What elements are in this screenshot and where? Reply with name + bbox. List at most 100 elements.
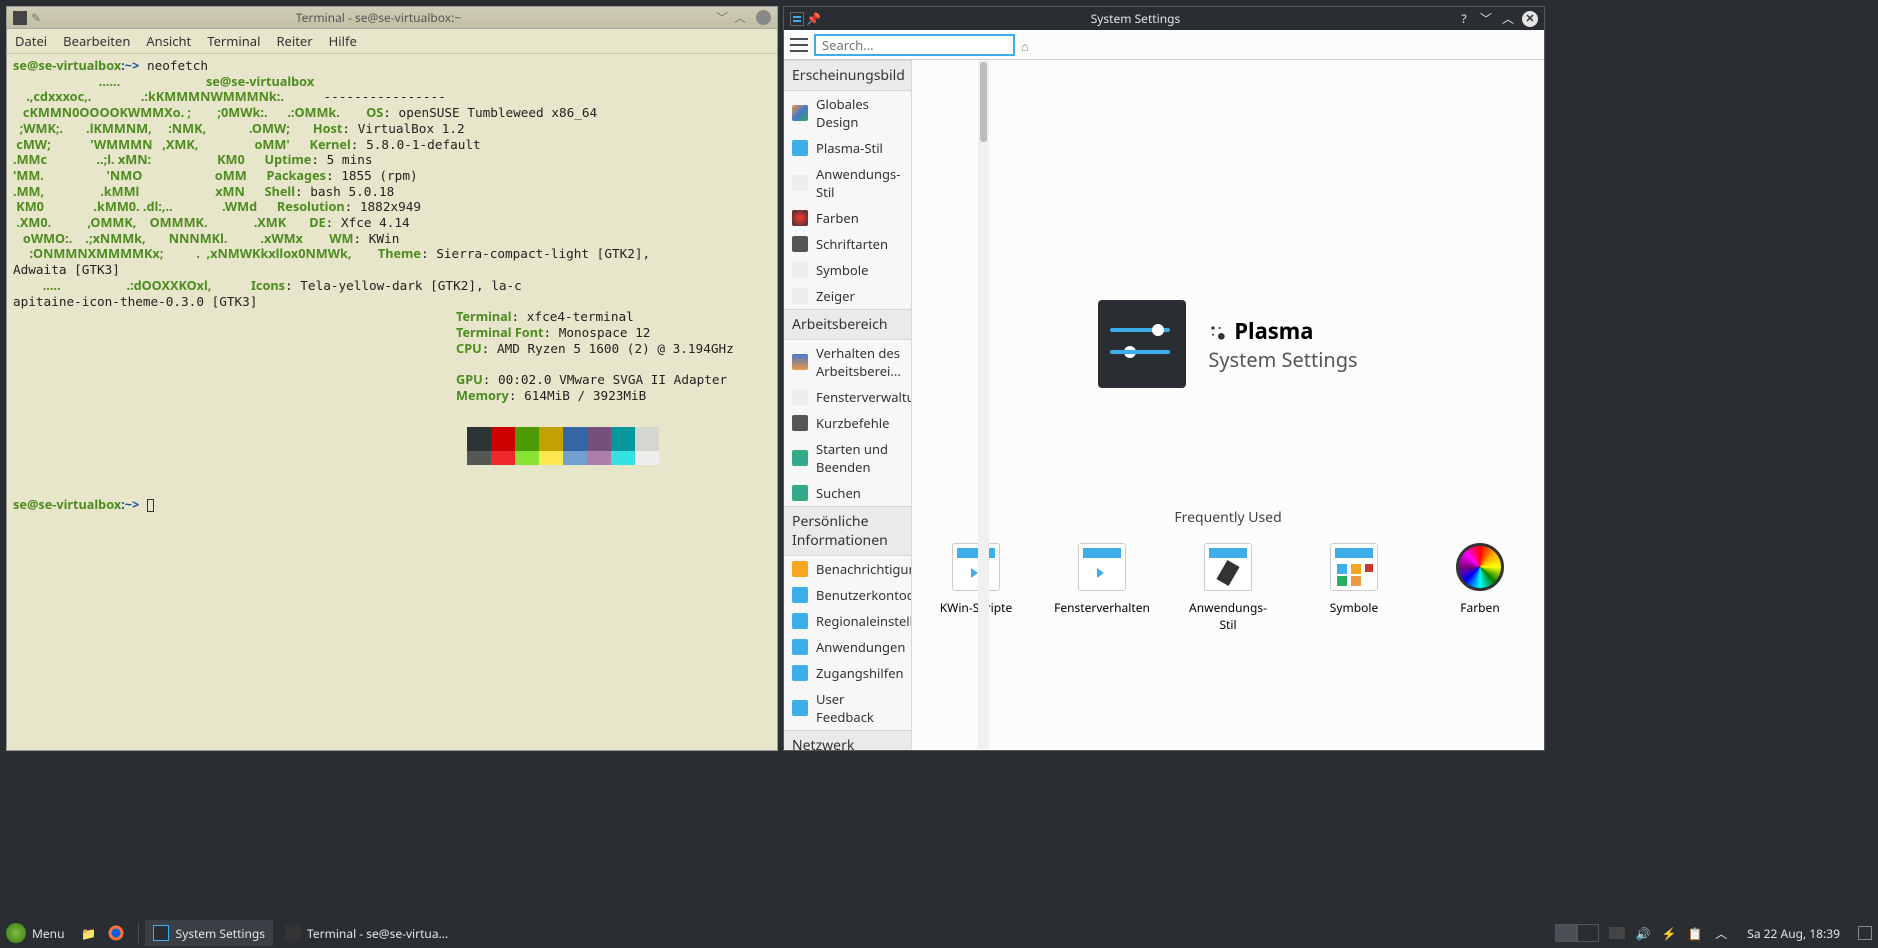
freq-icon xyxy=(1078,543,1126,591)
item-icon xyxy=(792,450,808,466)
item-icon xyxy=(792,561,808,577)
system-tray: 🔊 ⚡ 📋 ︿ Sa 22 Aug, 18:39 xyxy=(1609,925,1872,942)
item-icon xyxy=(792,236,808,252)
task-system-settings[interactable]: System Settings xyxy=(145,920,273,946)
menu-ansicht[interactable]: Ansicht xyxy=(146,32,191,50)
maximize-button[interactable]: ︿ xyxy=(1500,11,1516,27)
search-input[interactable] xyxy=(814,34,1015,56)
item-icon xyxy=(792,175,808,191)
pin-icon[interactable]: 📌 xyxy=(806,10,821,27)
sidebar-item[interactable]: Starten und Beenden xyxy=(784,436,911,480)
sidebar-item-label: Zeiger xyxy=(816,287,855,305)
freq-item[interactable]: Anwendungs-Stil xyxy=(1184,543,1272,633)
help-button[interactable]: ? xyxy=(1456,11,1472,27)
item-icon xyxy=(792,639,808,655)
terminal-window: ✎ Terminal - se@se-virtualbox:~ ﹀ ︿ Date… xyxy=(6,6,778,751)
power-icon[interactable]: ⚡ xyxy=(1661,925,1677,941)
item-icon xyxy=(792,613,808,629)
terminal-body[interactable]: se@se-virtualbox:~> neofetch ...... se@s… xyxy=(7,54,777,516)
sidebar-item-label: Suchen xyxy=(816,484,861,502)
files-launcher[interactable]: 📁 xyxy=(76,921,100,945)
freq-item[interactable]: KWin-Skripte xyxy=(932,543,1020,633)
sidebar-item[interactable]: Zugangshilfen xyxy=(784,660,911,686)
sidebar-item-label: Regionaleinstellungen xyxy=(816,612,912,630)
menu-reiter[interactable]: Reiter xyxy=(276,32,312,50)
sidebar-item[interactable]: Fensterverwaltung xyxy=(784,384,911,410)
menu-terminal[interactable]: Terminal xyxy=(207,32,260,50)
minimize-button[interactable]: ﹀ xyxy=(1478,11,1494,27)
sidebar-item[interactable]: Benachrichtigungen xyxy=(784,556,911,582)
sidebar-item[interactable]: Benutzerkontodetails xyxy=(784,582,911,608)
chevron-up-icon[interactable]: ︿ xyxy=(1713,925,1729,941)
hamburger-icon[interactable] xyxy=(790,38,808,52)
app-icon xyxy=(790,12,804,26)
sidebar-item[interactable]: Symbole xyxy=(784,257,911,283)
freq-label: KWin-Skripte xyxy=(940,599,1013,616)
window-title: System Settings xyxy=(821,10,1450,27)
sidebar-item[interactable]: Anwendungs-Stil xyxy=(784,161,911,205)
task-terminal[interactable]: Terminal - se@se-virtua... xyxy=(277,920,456,946)
freq-icon xyxy=(952,543,1000,591)
sidebar-item[interactable]: Schriftarten xyxy=(784,231,911,257)
sidebar-item[interactable]: Farben xyxy=(784,205,911,231)
sidebar-item[interactable]: Globales Design xyxy=(784,91,911,135)
freq-label: Anwendungs-Stil xyxy=(1184,599,1272,633)
sidebar-item[interactable]: Anwendungen xyxy=(784,634,911,660)
sidebar-item[interactable]: Regionaleinstellungen xyxy=(784,608,911,634)
sidebar-item-label: Starten und Beenden xyxy=(816,440,903,476)
freq-item[interactable]: Symbole xyxy=(1310,543,1398,633)
freq-label: Symbole xyxy=(1330,599,1378,616)
sidebar-section-header: Erscheinungsbild xyxy=(784,60,911,91)
volume-icon[interactable]: 🔊 xyxy=(1635,925,1651,941)
sidebar-item[interactable]: Zeiger xyxy=(784,283,911,309)
app-icon xyxy=(13,11,27,25)
task-label: System Settings xyxy=(175,925,265,942)
maximize-icon[interactable]: ︿ xyxy=(734,9,746,26)
close-button[interactable] xyxy=(756,10,771,25)
sidebar-item[interactable]: Suchen xyxy=(784,480,911,506)
firefox-launcher[interactable] xyxy=(104,921,128,945)
terminal-titlebar[interactable]: ✎ Terminal - se@se-virtualbox:~ ﹀ ︿ xyxy=(7,7,777,29)
minimize-icon[interactable]: ﹀ xyxy=(716,9,728,26)
menu-hilfe[interactable]: Hilfe xyxy=(329,32,357,50)
sidebar-item-label: Schriftarten xyxy=(816,235,888,253)
home-icon[interactable]: ⌂ xyxy=(1021,37,1037,53)
task-label: Terminal - se@se-virtua... xyxy=(307,925,448,942)
opensuse-logo-icon[interactable] xyxy=(6,923,26,943)
item-icon xyxy=(792,105,808,121)
sidebar-item[interactable]: User Feedback xyxy=(784,686,911,730)
terminal-tray-icon[interactable] xyxy=(1609,927,1625,939)
menu-datei[interactable]: Datei xyxy=(15,32,47,50)
menu-bearbeiten[interactable]: Bearbeiten xyxy=(63,32,130,50)
item-icon xyxy=(792,262,808,278)
sidebar-item-label: Fensterverwaltung xyxy=(816,388,912,406)
menu-button[interactable]: Menu xyxy=(32,925,64,942)
sidebar-section-header: Arbeitsbereich xyxy=(784,309,911,340)
scrollbar[interactable] xyxy=(978,60,989,749)
clock[interactable]: Sa 22 Aug, 18:39 xyxy=(1747,925,1840,942)
sidebar-item-label: Anwendungs-Stil xyxy=(816,165,903,201)
sidebar-item[interactable]: Kurzbefehle xyxy=(784,410,911,436)
sidebar-item-label: Kurzbefehle xyxy=(816,414,889,432)
freq-icon xyxy=(1204,543,1252,591)
settings-titlebar[interactable]: 📌 System Settings ? ﹀ ︿ ✕ xyxy=(784,7,1544,30)
item-icon xyxy=(792,665,808,681)
show-desktop-icon[interactable] xyxy=(1858,926,1872,940)
item-icon xyxy=(792,700,808,716)
freq-item[interactable]: Farben xyxy=(1436,543,1524,633)
freq-item[interactable]: Fensterverhalten xyxy=(1058,543,1146,633)
sidebar-item[interactable]: Verhalten des Arbeitsberei... xyxy=(784,340,911,384)
sidebar-item-label: Zugangshilfen xyxy=(816,664,904,682)
freq-label: Fensterverhalten xyxy=(1054,599,1150,616)
clipboard-icon[interactable]: 📋 xyxy=(1687,925,1703,941)
sidebar-item-label: Plasma-Stil xyxy=(816,139,883,157)
taskbar: Menu 📁 System Settings Terminal - se@se-… xyxy=(0,918,1878,948)
close-button[interactable]: ✕ xyxy=(1522,11,1538,27)
item-icon xyxy=(792,485,808,501)
item-icon xyxy=(792,210,808,226)
frequently-used-grid: KWin-Skripte Fensterverhalten Anwendungs… xyxy=(932,543,1524,633)
item-icon xyxy=(792,415,808,431)
sidebar-item[interactable]: Plasma-Stil xyxy=(784,135,911,161)
pager[interactable] xyxy=(1555,924,1599,942)
terminal-menubar: Datei Bearbeiten Ansicht Terminal Reiter… xyxy=(7,29,777,54)
